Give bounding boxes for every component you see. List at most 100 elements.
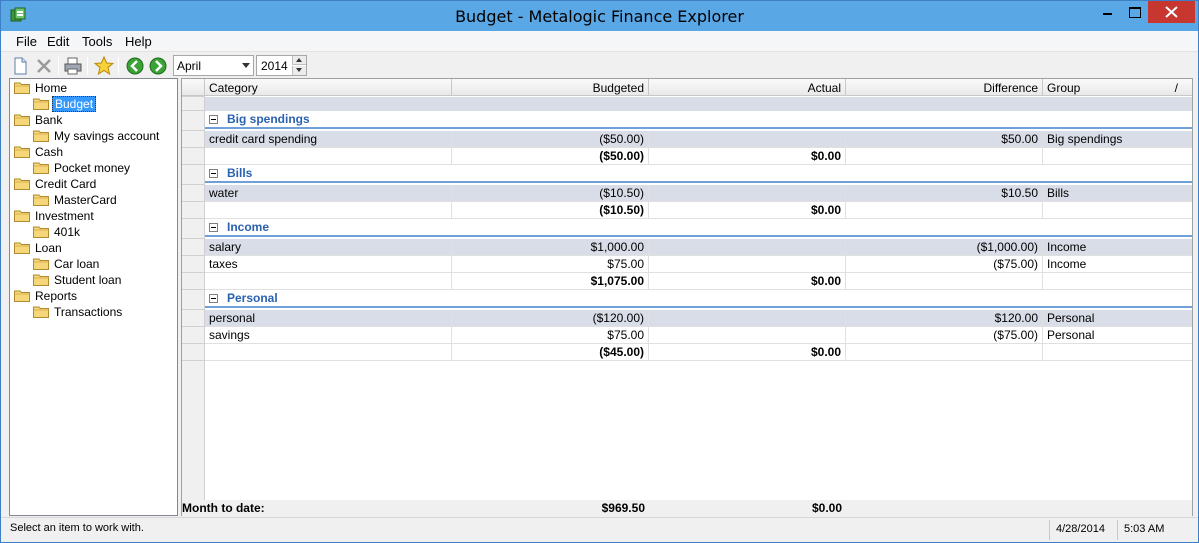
row-header-cell[interactable] — [182, 202, 205, 219]
totals-budgeted: $969.50 — [601, 501, 645, 515]
cell-actual — [649, 131, 846, 148]
row-header-cell[interactable] — [182, 97, 205, 111]
group-title: Income — [227, 220, 270, 234]
tree-item-label: Reports — [35, 289, 78, 303]
row-header-cell[interactable] — [182, 344, 205, 361]
navigation-tree[interactable]: Home Budget Bank My savings account Cash Pock… — [9, 78, 178, 516]
year-stepper[interactable]: 2014 — [256, 55, 307, 76]
subtotal-actual: $0.00 — [649, 344, 846, 361]
close-icon — [1165, 6, 1178, 18]
toolbar-separator — [87, 57, 88, 75]
menu-file[interactable]: File — [16, 34, 37, 49]
row-header-cell[interactable] — [182, 131, 205, 148]
cell-category: taxes — [205, 256, 452, 273]
subtotal-actual: $0.00 — [649, 148, 846, 165]
row-header-cell[interactable] — [182, 273, 205, 290]
year-up-button[interactable] — [292, 56, 306, 65]
month-select[interactable]: April — [173, 55, 254, 76]
close-button[interactable] — [1148, 1, 1195, 23]
tree-item-label: My savings account — [54, 129, 160, 143]
column-header-category[interactable]: Category — [205, 79, 452, 96]
cell-category: water — [205, 185, 452, 202]
table-row[interactable]: water ($10.50) $10.50 Bills — [205, 185, 1192, 202]
status-bar: Select an item to work with. 4/28/2014 5… — [1, 517, 1198, 542]
group-title: Personal — [227, 291, 278, 305]
tree-item-label: Investment — [35, 209, 94, 223]
collapse-toggle[interactable] — [209, 115, 218, 124]
row-header-cell[interactable] — [182, 148, 205, 165]
tree-item-label: Budget — [52, 96, 97, 112]
maximize-button[interactable] — [1121, 1, 1148, 23]
group-title: Big spendings — [227, 112, 310, 126]
table-row[interactable]: taxes $75.00 ($75.00) Income — [205, 256, 1192, 273]
menu-help[interactable]: Help — [125, 34, 152, 49]
group-header-row[interactable]: Personal — [205, 290, 1192, 308]
row-header-cell[interactable] — [182, 327, 205, 344]
collapse-toggle[interactable] — [209, 169, 218, 178]
cell-budgeted: ($50.00) — [452, 131, 649, 148]
column-header-budgeted[interactable]: Budgeted — [452, 79, 649, 96]
collapse-toggle[interactable] — [209, 223, 218, 232]
month-value: April — [177, 59, 202, 73]
status-message: Select an item to work with. — [10, 522, 144, 534]
subtotal-budgeted: $1,075.00 — [452, 273, 649, 290]
new-icon[interactable] — [10, 56, 30, 76]
group-header-row[interactable]: Big spendings — [205, 111, 1192, 129]
row-header-cell[interactable] — [182, 165, 205, 185]
column-header-group[interactable]: Group / — [1043, 79, 1192, 96]
cell-group — [1043, 273, 1192, 290]
cell-category — [205, 202, 452, 219]
table-row[interactable]: credit card spending ($50.00) $50.00 Big sp… — [205, 131, 1192, 148]
folder-icon — [14, 178, 30, 190]
folder-icon — [14, 82, 30, 94]
group-header-row[interactable]: Bills — [205, 165, 1192, 183]
print-icon[interactable] — [63, 56, 83, 76]
row-header-cell[interactable] — [182, 185, 205, 202]
cell-actual — [649, 256, 846, 273]
folder-icon — [33, 258, 49, 270]
cell-category: salary — [205, 239, 452, 256]
column-header-difference[interactable]: Difference — [846, 79, 1043, 96]
cell-category — [205, 148, 452, 165]
cell-difference — [846, 148, 1043, 165]
delete-icon[interactable] — [34, 56, 54, 76]
totals-row: Month to date: $969.50 $0.00 — [182, 500, 1192, 516]
cell-actual — [649, 239, 846, 256]
column-header-actual[interactable]: Actual — [649, 79, 846, 96]
group-header-row[interactable]: Income — [205, 219, 1192, 237]
cell-group — [1043, 148, 1192, 165]
cell-group — [1043, 344, 1192, 361]
collapse-toggle[interactable] — [209, 294, 218, 303]
row-header-cell[interactable] — [182, 310, 205, 327]
cell-difference — [846, 202, 1043, 219]
row-header-cell[interactable] — [182, 256, 205, 273]
spacer-row — [205, 97, 1192, 111]
cell-difference — [846, 273, 1043, 290]
table-row[interactable]: personal ($120.00) $120.00 Personal — [205, 310, 1192, 327]
cell-category: credit card spending — [205, 131, 452, 148]
menu-tools[interactable]: Tools — [82, 34, 112, 49]
table-row[interactable]: savings $75.00 ($75.00) Personal — [205, 327, 1192, 344]
tree-item-label: Pocket money — [54, 161, 131, 175]
subtotal-budgeted: ($45.00) — [452, 344, 649, 361]
cell-category: personal — [205, 310, 452, 327]
minimize-button[interactable] — [1094, 1, 1121, 23]
subtotal-budgeted: ($50.00) — [452, 148, 649, 165]
subtotal-row: ($45.00) $0.00 — [205, 344, 1192, 361]
year-down-button[interactable] — [292, 66, 306, 75]
row-header-cell[interactable] — [182, 111, 205, 131]
cell-category — [205, 344, 452, 361]
toolbar-separator — [118, 57, 119, 75]
tree-item-label: Loan — [35, 241, 62, 255]
forward-icon[interactable] — [148, 56, 168, 76]
favorite-icon[interactable] — [94, 56, 114, 76]
status-date: 4/28/2014 — [1049, 520, 1113, 540]
menu-edit[interactable]: Edit — [47, 34, 69, 49]
cell-actual — [649, 310, 846, 327]
row-header-cell[interactable] — [182, 239, 205, 256]
row-header-cell[interactable] — [182, 219, 205, 239]
table-row[interactable]: salary $1,000.00 ($1,000.00) Income — [205, 239, 1192, 256]
back-icon[interactable] — [125, 56, 145, 76]
row-header-cell[interactable] — [182, 290, 205, 310]
title-bar[interactable]: Budget - Metalogic Finance Explorer — [1, 1, 1198, 31]
